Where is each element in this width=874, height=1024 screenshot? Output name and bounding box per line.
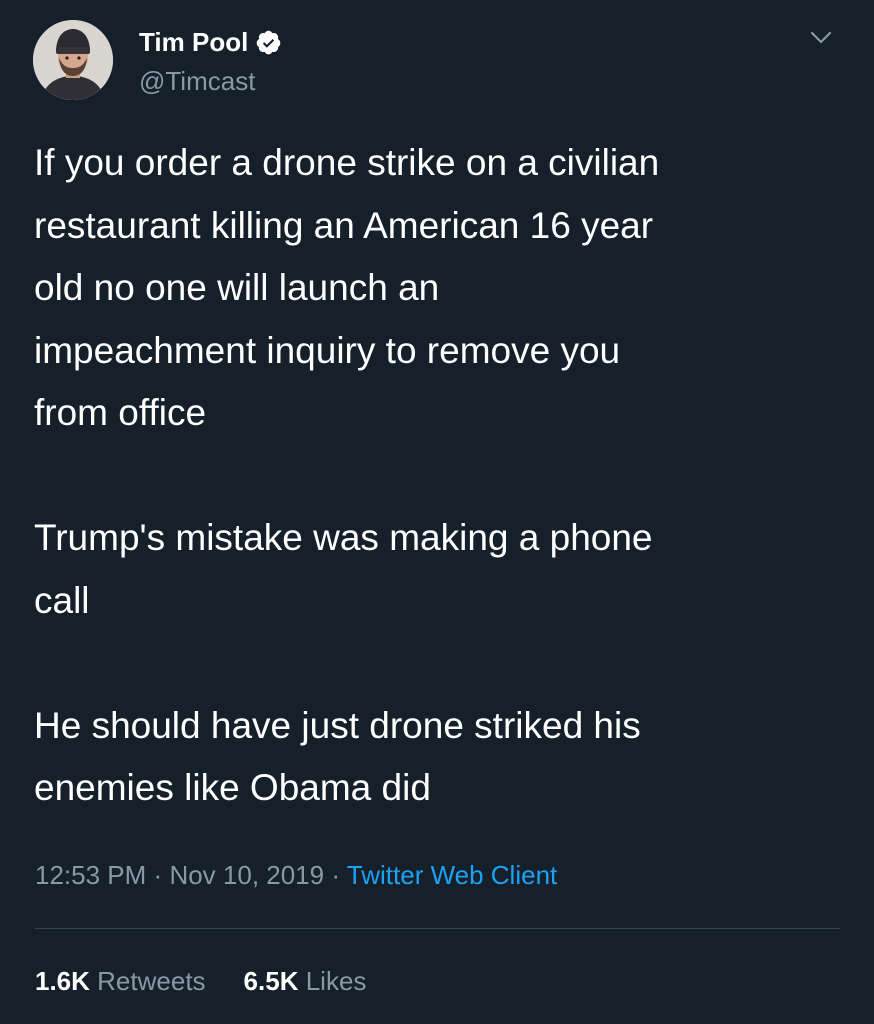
meta-separator: · — [153, 860, 163, 890]
chevron-down-icon[interactable] — [806, 22, 836, 52]
author-display-name[interactable]: Tim Pool — [139, 24, 248, 60]
tweet-stats: 1.6K Retweets 6.5K Likes — [35, 961, 366, 1001]
author-handle[interactable]: @Timcast — [139, 64, 255, 98]
likes-stat[interactable]: 6.5K Likes — [244, 966, 367, 996]
likes-label: Likes — [305, 966, 367, 996]
tweet-source-link[interactable]: Twitter Web Client — [347, 860, 557, 890]
retweets-count: 1.6K — [35, 966, 90, 996]
avatar[interactable] — [33, 20, 113, 100]
tweet-date[interactable]: Nov 10, 2019 — [169, 860, 324, 890]
divider — [35, 928, 840, 929]
tweet-time[interactable]: 12:53 PM — [35, 860, 146, 890]
tweet-card: Tim Pool @Timcast If you order a drone s… — [0, 0, 874, 1024]
verified-badge-icon — [255, 29, 282, 56]
profile-photo — [33, 20, 113, 100]
author-name-row[interactable]: Tim Pool — [139, 24, 282, 60]
tweet-text: If you order a drone strike on a civilia… — [34, 142, 660, 808]
retweets-stat[interactable]: 1.6K Retweets — [35, 966, 206, 996]
tweet-meta: 12:53 PM · Nov 10, 2019 · Twitter Web Cl… — [35, 855, 557, 895]
retweets-label: Retweets — [97, 966, 206, 996]
meta-separator: · — [331, 860, 341, 890]
likes-count: 6.5K — [243, 966, 299, 996]
